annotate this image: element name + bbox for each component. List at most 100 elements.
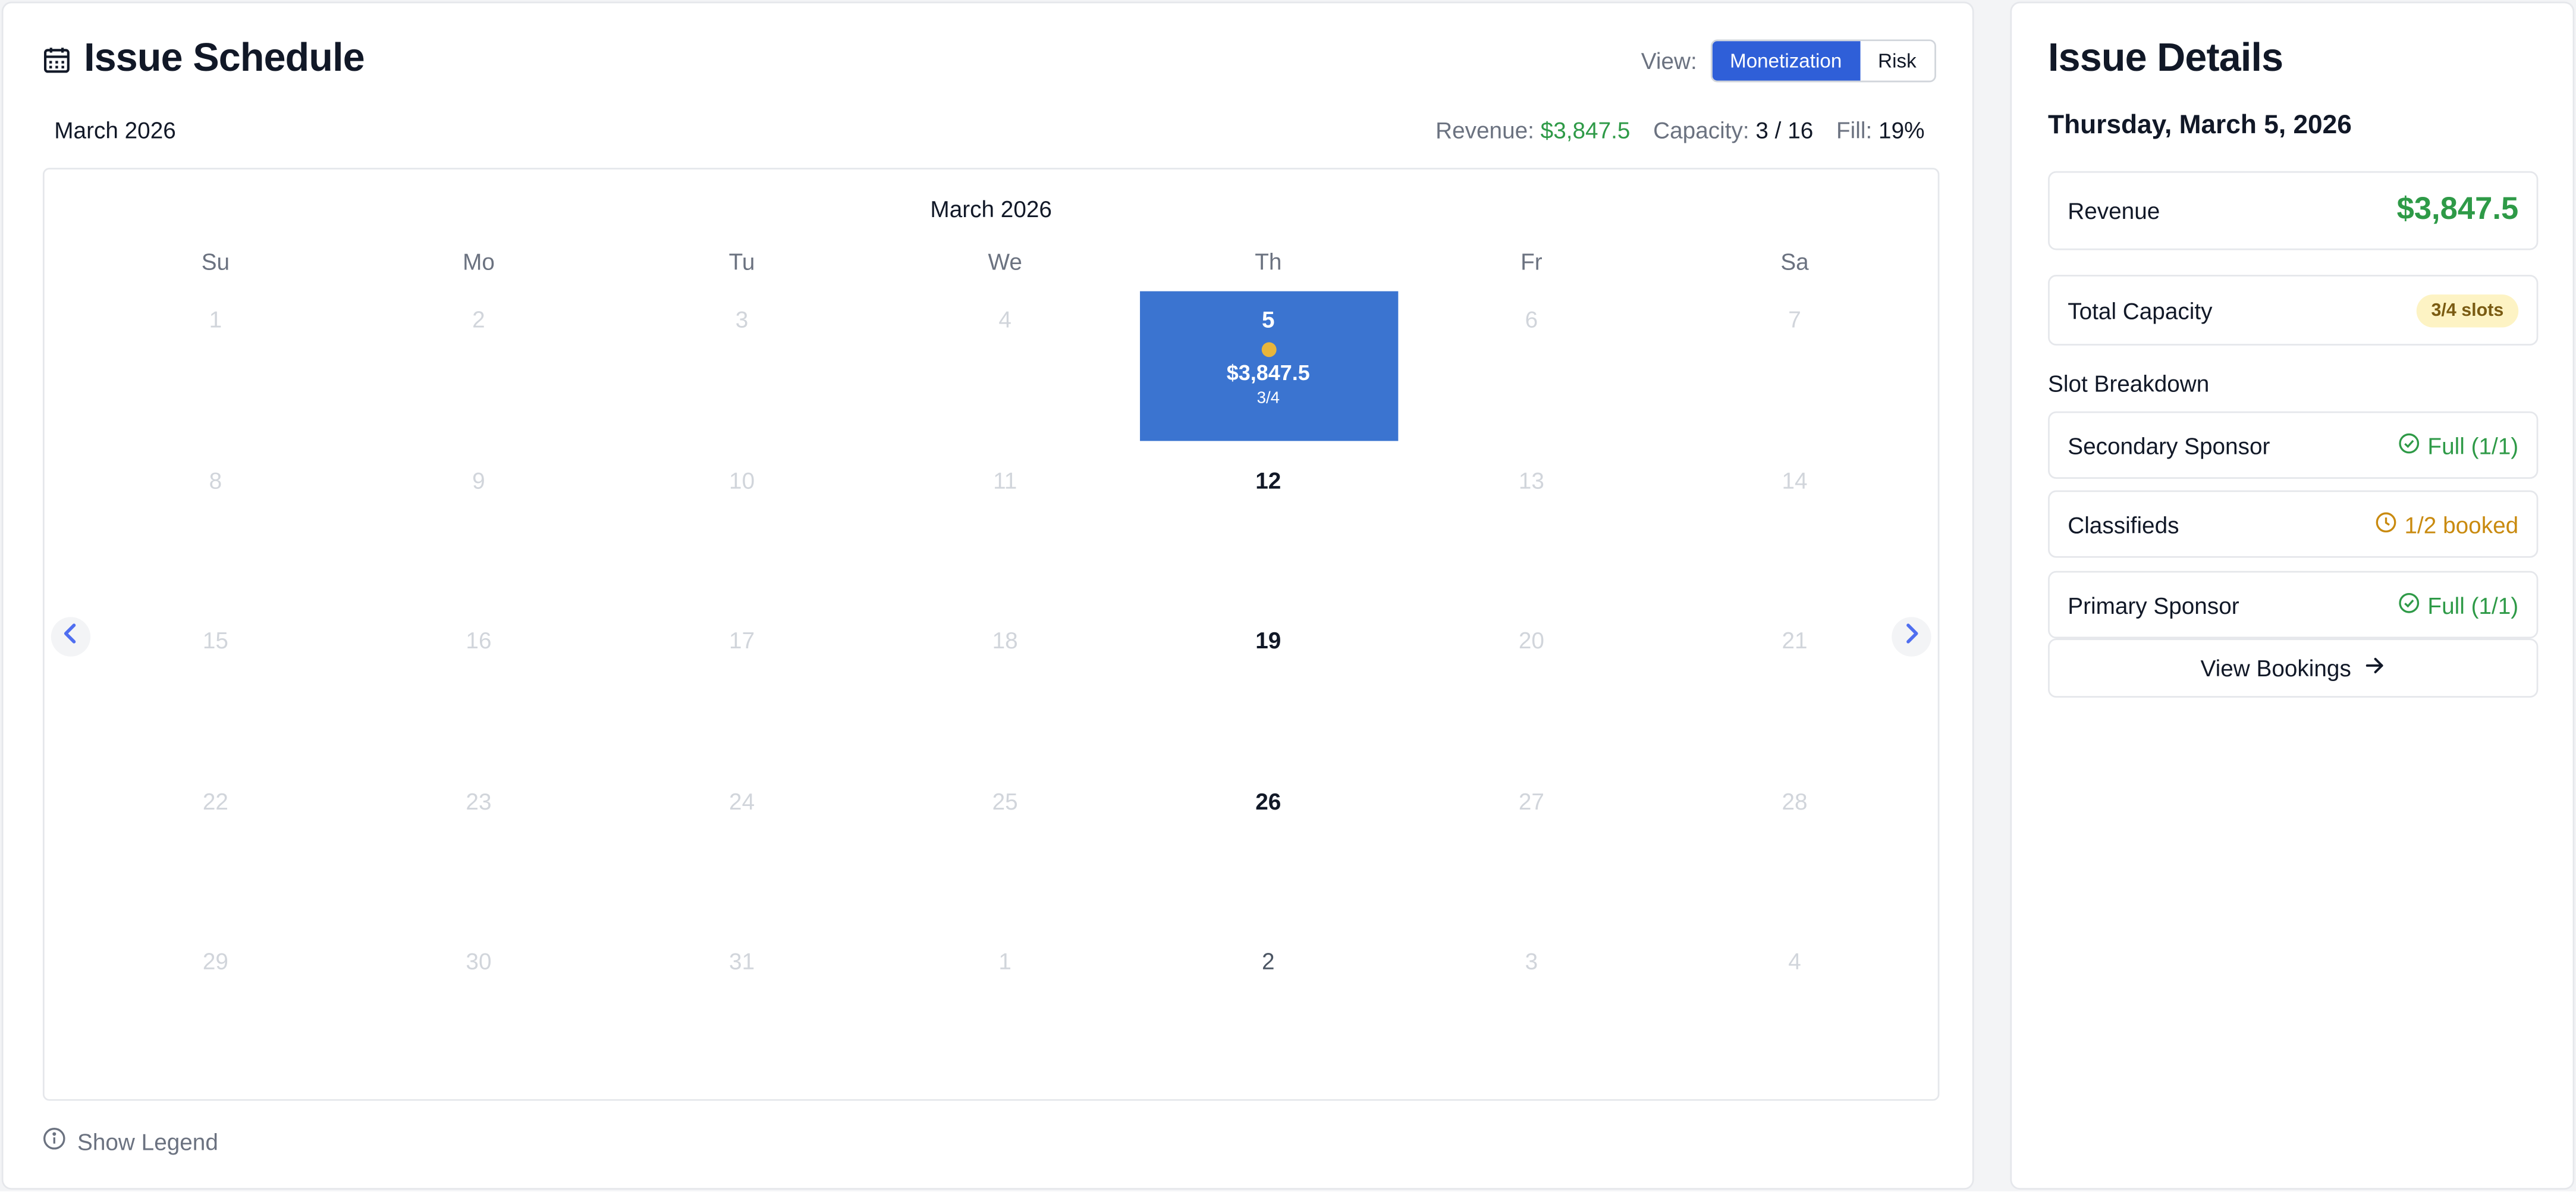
day-revenue: $3,847.5 (1226, 360, 1310, 385)
calendar-day-issue-next-month[interactable]: 2 (1137, 933, 1400, 1093)
show-legend-label: Show Legend (77, 1128, 218, 1155)
calendar-day: 22 (202, 787, 228, 814)
month-calendar: March 2026 Su Mo Tu We Th Fr Sa 1 2 3 4 … (42, 168, 1940, 1101)
selected-date: Thursday, March 5, 2026 (2048, 112, 2352, 140)
check-circle-icon (2398, 432, 2420, 458)
arrow-right-icon (2364, 655, 2386, 681)
calendar-day: 8 (209, 466, 222, 493)
calendar-day-issue[interactable]: 12 (1137, 451, 1400, 612)
day-number: 5 (1262, 306, 1275, 332)
slot-name: Primary Sponsor (2068, 591, 2239, 618)
weekday-label: Mo (463, 248, 495, 275)
calendar-day: 20 (1518, 626, 1544, 654)
page-title: Issue Schedule (84, 36, 365, 81)
weekday-label: Tu (728, 248, 755, 275)
weekday-label: We (988, 248, 1022, 275)
calendar-day: 21 (1782, 626, 1808, 654)
chevron-left-icon (59, 621, 83, 653)
calendar-day: 1 (998, 948, 1011, 974)
calendar-day: 4 (1788, 948, 1801, 974)
slot-status: Full (1/1) (2398, 591, 2519, 618)
calendar-day: 2 (472, 306, 485, 332)
revenue-card: Revenue $3,847.5 (2048, 171, 2539, 250)
day-capacity: 3/4 (1256, 390, 1280, 409)
calendar-day-issue[interactable]: 26 (1137, 773, 1400, 933)
calendar-day-issue[interactable]: 19 (1137, 612, 1400, 773)
calendar-day: 10 (729, 466, 755, 493)
calendar-day: 14 (1782, 466, 1808, 493)
revenue-card-value: $3,847.5 (2396, 192, 2519, 227)
booking-dot (1261, 342, 1276, 357)
capacity-stat: Capacity: 3 / 16 (1653, 117, 1813, 143)
revenue-card-label: Revenue (2068, 197, 2160, 224)
weekday-header-row: Su Mo Tu We Th Fr Sa (84, 249, 1926, 291)
calendar-day: 6 (1525, 306, 1538, 332)
calendar-week: 1 2 3 4 5 $3,847.5 3/4 6 7 (84, 291, 1926, 452)
calendar-day: 17 (729, 626, 755, 654)
weekday-label: Su (201, 248, 230, 275)
calendar-day: 16 (466, 626, 492, 654)
slot-row-secondary-sponsor: Secondary Sponsor Full (1/1) (2048, 411, 2539, 479)
clock-icon (2375, 511, 2396, 537)
weekday-label: Sa (1780, 248, 1809, 275)
capacity-stat-label: Capacity: (1653, 117, 1749, 143)
revenue-stat-label: Revenue: (1435, 117, 1534, 143)
capacity-card: Total Capacity 3/4 slots (2048, 274, 2539, 346)
slot-row-classifieds: Classifieds 1/2 booked (2048, 490, 2539, 558)
calendar-day: 23 (466, 787, 492, 814)
calendar-day: 3 (1525, 948, 1538, 974)
details-title: Issue Details (2048, 36, 2283, 81)
app-canvas: Issue Schedule View: Monetization Risk M… (0, 0, 2576, 1191)
slot-breakdown-heading: Slot Breakdown (2048, 370, 2210, 397)
calendar-day: 30 (466, 948, 492, 974)
fill-stat: Fill: 19% (1836, 117, 1925, 143)
calendar-day: 1 (209, 306, 222, 332)
view-monetization-button[interactable]: Monetization (1711, 41, 1860, 81)
info-icon (43, 1127, 66, 1155)
slot-name: Secondary Sponsor (2068, 432, 2270, 459)
calendar-day: 3 (735, 306, 749, 332)
calendar-day: 24 (729, 787, 755, 814)
month-stats: Revenue: $3,847.5 Capacity: 3 / 16 Fill:… (1435, 117, 1924, 143)
slot-row-primary-sponsor: Primary Sponsor Full (1/1) (2048, 570, 2539, 639)
calendar-day: 28 (1782, 787, 1808, 814)
weekday-label: Th (1255, 248, 1282, 275)
calendar-day: 18 (992, 626, 1018, 654)
calendar-day: 31 (729, 948, 755, 974)
fill-stat-value: 19% (1878, 117, 1925, 143)
revenue-stat-value: $3,847.5 (1540, 117, 1631, 143)
calendar-day: 11 (993, 466, 1017, 493)
slot-status-label: Full (1/1) (2427, 432, 2519, 459)
calendar-day: 27 (1518, 787, 1544, 814)
calendar-day: 7 (1788, 306, 1801, 332)
calendar-week: 22 23 24 25 26 27 28 (84, 773, 1926, 933)
view-risk-button[interactable]: Risk (1859, 41, 1935, 81)
capacity-badge: 3/4 slots (2416, 293, 2519, 327)
show-legend-button[interactable]: Show Legend (43, 1127, 218, 1155)
calendar-day: 9 (472, 466, 485, 493)
slot-status-label: Full (1/1) (2427, 591, 2519, 618)
calendar-day: 15 (202, 626, 228, 654)
view-label: View: (1641, 48, 1697, 74)
calendar-icon (43, 45, 71, 73)
calendar-day-selected[interactable]: 5 $3,847.5 3/4 (1139, 291, 1397, 441)
view-toggle: View: Monetization Risk (1641, 39, 1936, 83)
weekday-label: Fr (1521, 248, 1543, 275)
calendar-caption: March 2026 (930, 196, 1052, 222)
calendar-day: 25 (992, 787, 1018, 814)
check-circle-icon (2398, 591, 2420, 617)
schedule-header: Issue Schedule (43, 36, 365, 82)
calendar-day: 29 (202, 948, 228, 974)
slot-status: 1/2 booked (2375, 511, 2518, 537)
view-bookings-button[interactable]: View Bookings (2048, 638, 2539, 698)
issue-schedule-panel: Issue Schedule View: Monetization Risk M… (1, 1, 1974, 1190)
current-month-label: March 2026 (54, 117, 176, 143)
calendar-week: 29 30 31 1 2 3 4 (84, 933, 1926, 1093)
calendar-day: 13 (1518, 466, 1544, 493)
slot-name: Classifieds (2068, 510, 2179, 538)
issue-details-panel: Issue Details Thursday, March 5, 2026 Re… (2010, 1, 2575, 1190)
calendar-day: 4 (998, 306, 1011, 332)
calendar-week: 8 9 10 11 12 13 14 (84, 451, 1926, 612)
calendar-week: 15 16 17 18 19 20 21 (84, 612, 1926, 773)
revenue-stat: Revenue: $3,847.5 (1435, 117, 1630, 143)
